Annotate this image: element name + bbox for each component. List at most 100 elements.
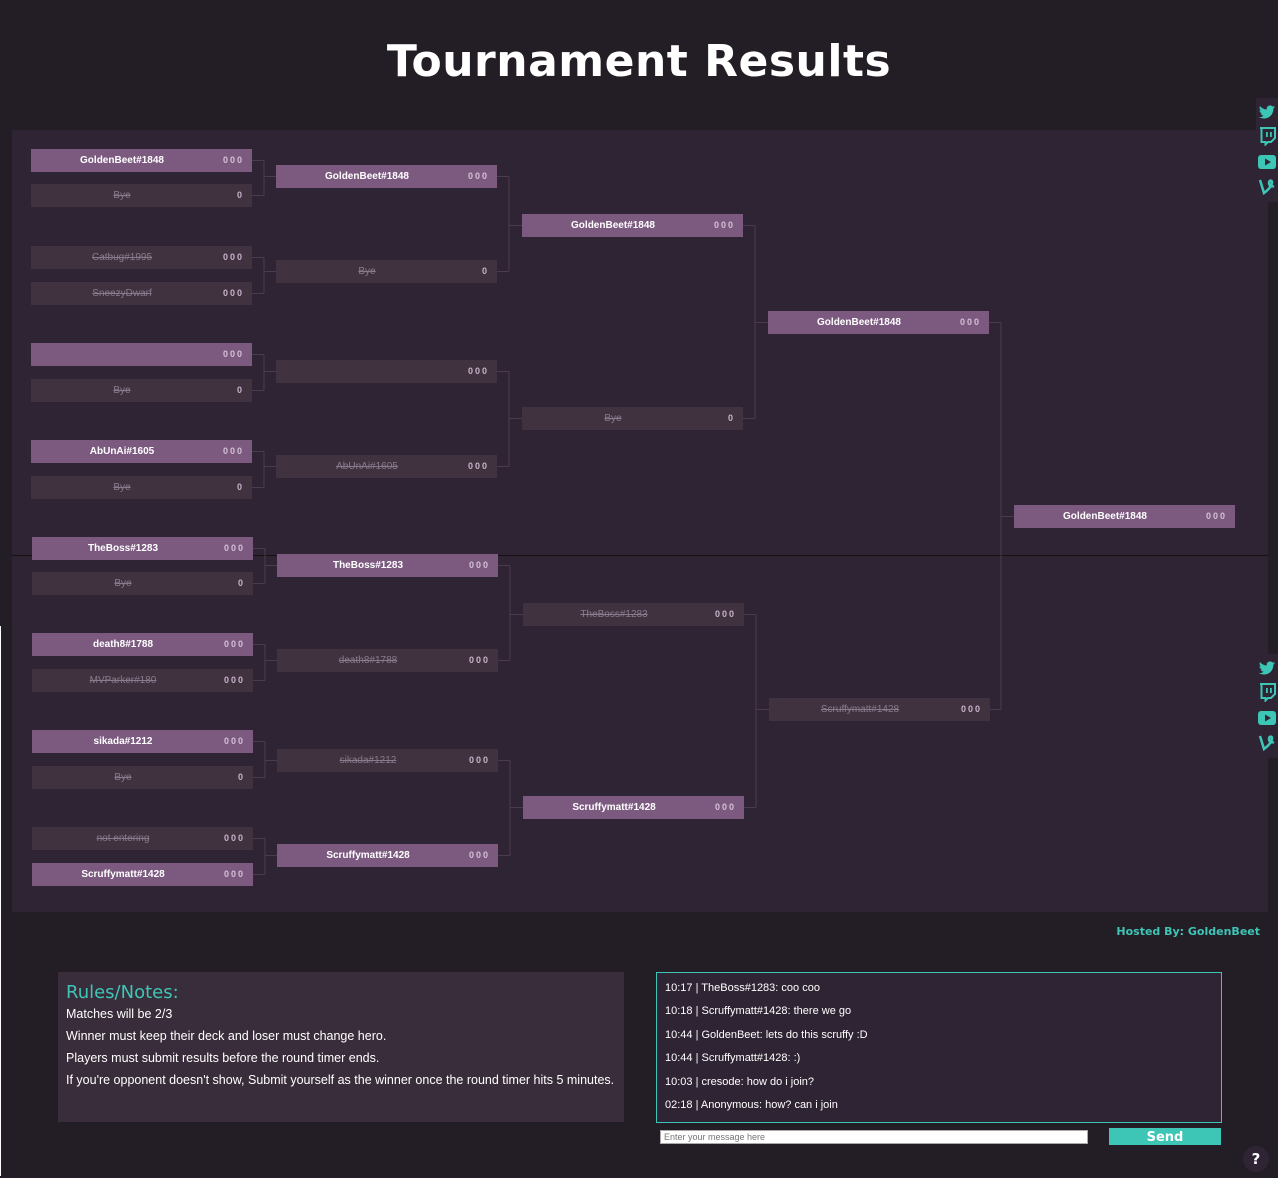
send-button[interactable]: Send — [1109, 1128, 1221, 1145]
bracket-slot[interactable]: Bye 0 — [276, 260, 497, 283]
player-score: 000 — [222, 155, 244, 165]
player-score: 000 — [223, 736, 245, 746]
vine-icon[interactable] — [1257, 176, 1277, 196]
bracket-slot[interactable]: Scruffymatt#1428 000 — [523, 796, 744, 819]
bracket-slot[interactable]: TheBoss#1283 000 — [32, 537, 253, 560]
twitter-icon[interactable] — [1257, 102, 1277, 122]
bracket-slot[interactable]: GoldenBeet#1848 000 — [768, 311, 989, 334]
player-score: 000 — [468, 850, 490, 860]
player-name: Bye — [358, 266, 376, 277]
chat-message: 02:18 | Anonymous: how? can i join — [665, 1098, 838, 1111]
player-name: Scruffymatt#1428 — [81, 869, 165, 880]
bracket-slot[interactable]: Bye 0 — [522, 407, 743, 430]
player-score: 0 — [237, 578, 245, 588]
bracket-slot[interactable]: sikada#1212 000 — [32, 730, 253, 753]
bracket-slot[interactable]: SneezyDwarf 000 — [31, 282, 252, 305]
player-score: 000 — [468, 560, 490, 570]
player-score: 000 — [713, 220, 735, 230]
player-score: 000 — [223, 639, 245, 649]
bracket-slot[interactable]: death8#1788 000 — [32, 633, 253, 656]
player-score: 000 — [1205, 511, 1227, 521]
bracket-slot[interactable]: AbUnAi#1605 000 — [31, 440, 252, 463]
rules-line: Players must submit results before the r… — [66, 1051, 380, 1065]
player-score: 0 — [236, 385, 244, 395]
bracket-slot[interactable]: Bye 0 — [32, 766, 253, 789]
player-name: Catbug#1995 — [91, 252, 153, 263]
player-score: 000 — [222, 349, 244, 359]
player-name: Bye — [113, 190, 131, 201]
bracket-slot[interactable]: GoldenBeet#1848 000 — [522, 214, 743, 237]
player-score: 000 — [959, 317, 981, 327]
player-name: Scruffymatt#1428 — [820, 704, 900, 715]
player-name: GoldenBeet#1848 — [817, 317, 901, 328]
vine-icon[interactable] — [1257, 732, 1277, 752]
bracket-slot[interactable]: not entering 000 — [32, 827, 253, 850]
chat-message: 10:17 | TheBoss#1283: coo coo — [665, 982, 820, 994]
bracket-slot[interactable]: 000 — [276, 360, 497, 383]
player-score: 000 — [223, 869, 245, 879]
player-score: 0 — [236, 482, 244, 492]
bracket-slot[interactable]: GoldenBeet#1848 000 — [31, 149, 252, 172]
bracket-slot[interactable]: GoldenBeet#1848 000 — [1014, 505, 1235, 528]
player-score: 0 — [481, 266, 489, 276]
bracket-slot[interactable]: Catbug#1995 000 — [31, 246, 252, 269]
youtube-icon[interactable] — [1257, 152, 1277, 172]
player-score: 000 — [467, 366, 489, 376]
bracket-slot[interactable]: GoldenBeet#1848 000 — [276, 165, 497, 188]
player-name: AbUnAi#1605 — [336, 461, 398, 472]
chat-message-input[interactable] — [660, 1130, 1088, 1144]
bracket-slot[interactable]: TheBoss#1283 000 — [523, 603, 744, 626]
player-name: Bye — [113, 385, 131, 396]
player-name: Scruffymatt#1428 — [572, 802, 656, 813]
rules-line: Winner must keep their deck and loser mu… — [66, 1029, 387, 1043]
player-name: Bye — [113, 482, 131, 493]
player-name: death8#1788 — [92, 639, 154, 650]
bracket-slot[interactable]: Bye 0 — [31, 379, 252, 402]
player-score: 000 — [222, 446, 244, 456]
twitch-icon[interactable] — [1257, 682, 1277, 703]
bracket-slot[interactable]: Scruffymatt#1428 000 — [32, 863, 253, 886]
rules-line: If you're opponent doesn't show, Submit … — [66, 1073, 615, 1087]
chat-message: 10:44 | Scruffymatt#1428: :) — [665, 1052, 801, 1065]
player-name: TheBoss#1283 — [580, 609, 648, 620]
bracket-slot[interactable]: Scruffymatt#1428 000 — [277, 844, 498, 867]
chat-message: 10:18 | Scruffymatt#1428: there we go — [665, 1005, 852, 1018]
chat-message: 10:03 | cresode: how do i join? — [665, 1075, 815, 1088]
bracket-slot[interactable]: 000 — [31, 343, 252, 366]
player-name: death8#1788 — [338, 655, 398, 666]
player-name: Bye — [604, 413, 622, 424]
player-name: AbUnAi#1605 — [89, 446, 155, 457]
bracket-slot[interactable]: Bye 0 — [31, 476, 252, 499]
player-score: 000 — [222, 252, 244, 262]
player-name: sikada#1212 — [339, 755, 397, 766]
help-button[interactable]: ? — [1243, 1146, 1269, 1172]
player-score: 000 — [960, 704, 982, 714]
bracket-slot[interactable]: Bye 0 — [32, 572, 253, 595]
player-name: TheBoss#1283 — [87, 543, 159, 554]
player-name: GoldenBeet#1848 — [571, 220, 655, 231]
player-score: 000 — [223, 833, 245, 843]
bracket-slot[interactable]: MVParker#180 000 — [32, 669, 253, 692]
player-name: SneezyDwarf — [92, 288, 152, 299]
bracket-slot[interactable]: Bye 0 — [31, 184, 252, 207]
player-name: GoldenBeet#1848 — [325, 171, 409, 182]
player-name: Bye — [114, 772, 132, 783]
player-name: TheBoss#1283 — [332, 560, 404, 571]
player-score: 000 — [223, 543, 245, 553]
player-name: MVParker#180 — [89, 675, 157, 686]
player-name: Scruffymatt#1428 — [326, 850, 410, 861]
bracket-slot[interactable]: TheBoss#1283 000 — [277, 554, 498, 577]
page-title: Tournament Results — [386, 36, 892, 87]
twitch-icon[interactable] — [1257, 126, 1277, 147]
chat-log[interactable]: 10:17 | TheBoss#1283: coo coo 10:18 | Sc… — [656, 972, 1222, 1123]
rules-heading: Rules/Notes: — [66, 982, 179, 1003]
player-score: 000 — [468, 655, 490, 665]
bracket-slot[interactable]: AbUnAi#1605 000 — [276, 455, 497, 478]
player-name: not entering — [96, 833, 150, 844]
bracket-slot[interactable]: death8#1788 000 — [277, 649, 498, 672]
youtube-icon[interactable] — [1257, 708, 1277, 728]
bracket-slot[interactable]: Scruffymatt#1428 000 — [769, 698, 990, 721]
bracket-slot[interactable]: sikada#1212 000 — [277, 749, 498, 772]
twitter-icon[interactable] — [1257, 658, 1277, 678]
player-score: 000 — [714, 609, 736, 619]
